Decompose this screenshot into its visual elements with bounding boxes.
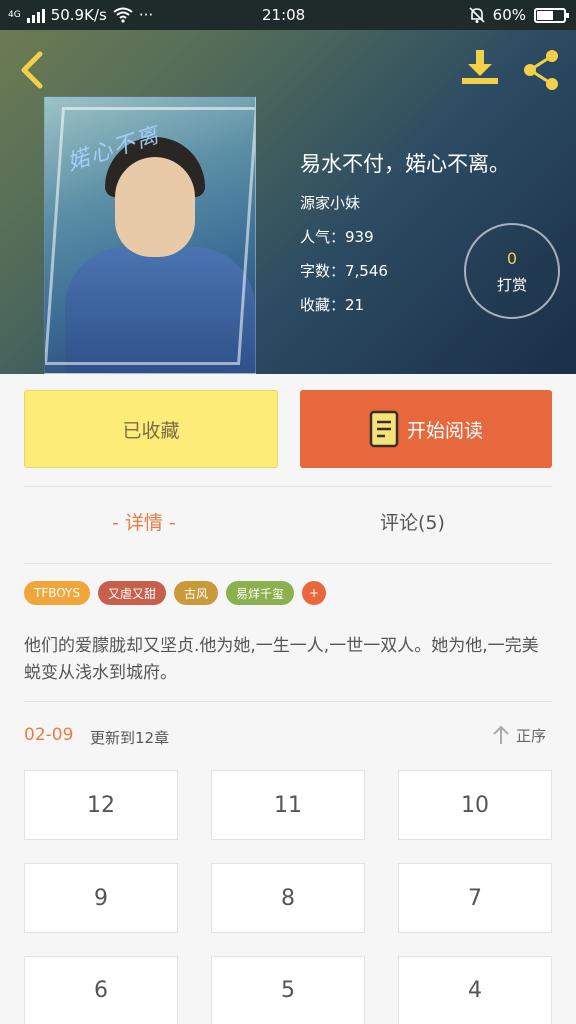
status-bar: 4G 50.9K/s ··· 21:08 60% bbox=[0, 0, 576, 30]
tab-comments[interactable]: 评论(5) bbox=[380, 508, 445, 535]
network-speed: 50.9K/s bbox=[50, 6, 107, 24]
book-favorites: 收藏：21 bbox=[300, 296, 365, 314]
chapter-button[interactable]: 5 bbox=[211, 956, 365, 1024]
book-title: 易水不付，婼心不离。 bbox=[300, 152, 510, 176]
start-reading-label: 开始阅读 bbox=[406, 419, 483, 442]
battery-fill bbox=[537, 10, 553, 20]
status-right: 60% bbox=[469, 6, 569, 24]
book-author[interactable]: 源家小妹 bbox=[300, 192, 360, 213]
tag-item[interactable]: 易烊千玺 bbox=[226, 581, 295, 605]
chapter-button[interactable]: 9 bbox=[24, 863, 178, 933]
chapter-button[interactable]: 7 bbox=[398, 863, 552, 933]
tab-detail[interactable]: - 详情 - bbox=[112, 508, 176, 535]
book-summary: 他们的爱朦胧却又坚贞.他为她,一生一人,一世一双人。她为他,一完美蜕变从浅水到城… bbox=[24, 636, 539, 683]
reward-button[interactable]: 0 打赏 bbox=[464, 223, 560, 319]
chapter-button[interactable]: 4 bbox=[398, 956, 552, 1024]
chapter-button[interactable]: 10 bbox=[398, 770, 552, 840]
divider bbox=[24, 563, 552, 564]
book-popularity: 人气：939 bbox=[300, 228, 374, 246]
reward-count: 0 bbox=[506, 249, 518, 268]
chapter-button[interactable]: 6 bbox=[24, 956, 178, 1024]
download-icon[interactable] bbox=[458, 46, 502, 90]
chapter-button[interactable]: 11 bbox=[211, 770, 365, 840]
book-header: 婼心不离 易水不付，婼心不离。 源家小妹 人气：939 字数：7,546 收藏：… bbox=[0, 30, 576, 374]
more-dots: ··· bbox=[138, 6, 154, 24]
book-word-count: 字数：7,546 bbox=[300, 262, 388, 280]
status-time: 21:08 bbox=[262, 6, 306, 24]
book-icon bbox=[369, 410, 399, 448]
add-tag-button[interactable]: + bbox=[302, 581, 327, 605]
sort-label: 正序 bbox=[516, 726, 547, 745]
arrow-up-icon bbox=[493, 725, 509, 744]
wifi-icon bbox=[113, 7, 133, 23]
sort-button[interactable]: 正序 bbox=[490, 724, 546, 746]
tag-item[interactable]: TFBOYS bbox=[24, 581, 90, 605]
update-text: 更新到12章 bbox=[90, 729, 170, 747]
update-date: 02-09 bbox=[24, 725, 74, 745]
start-reading-button[interactable]: 开始阅读 bbox=[300, 390, 552, 468]
divider bbox=[24, 701, 552, 702]
tag-item[interactable]: 又虐又甜 bbox=[98, 581, 167, 605]
back-icon[interactable] bbox=[14, 50, 50, 90]
chapter-button[interactable]: 8 bbox=[211, 863, 365, 933]
book-cover[interactable]: 婼心不离 bbox=[44, 96, 256, 374]
status-left: 4G 50.9K/s ··· bbox=[8, 6, 153, 24]
network-label: 4G bbox=[8, 10, 21, 20]
signal-icon bbox=[26, 7, 45, 23]
tag-item[interactable]: 古风 bbox=[174, 581, 219, 605]
reward-label: 打赏 bbox=[496, 276, 527, 294]
collected-label: 已收藏 bbox=[122, 419, 180, 442]
share-icon[interactable] bbox=[520, 48, 564, 92]
chapter-button[interactable]: 12 bbox=[24, 770, 178, 840]
battery-percent: 60% bbox=[492, 6, 526, 24]
collected-button[interactable]: 已收藏 bbox=[24, 390, 278, 468]
tag-list: TFBOYS 又虐又甜 古风 易烊千玺 + bbox=[24, 581, 327, 605]
divider bbox=[24, 486, 552, 487]
mute-bell-icon bbox=[469, 7, 485, 23]
battery-icon bbox=[534, 7, 569, 23]
